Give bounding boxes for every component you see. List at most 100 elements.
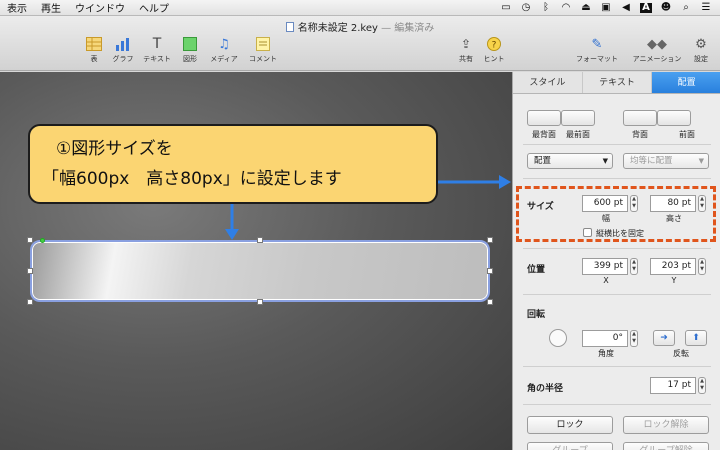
eject-icon[interactable]: ⏏ [580,2,592,13]
corner-radius-handle[interactable] [40,238,45,243]
slide-canvas[interactable]: ①図形サイズを 「幅600px 高さ80px」に設定します [0,72,512,450]
divider [523,248,711,249]
svg-text:?: ? [492,41,497,51]
position-x-field[interactable]: 399 pt [582,258,628,275]
chevron-down-icon: ▼ [602,157,608,165]
position-y-field[interactable]: 203 pt [650,258,696,275]
text-button[interactable]: T テキスト [140,36,174,64]
comment-icon [254,36,272,52]
bring-to-front-label: 最前面 [566,130,590,139]
tips-label: ヒント [483,55,505,63]
format-label: フォーマット [576,55,618,63]
settings-label: 設定 [694,55,708,63]
text-label: テキスト [143,55,171,63]
time-machine-icon[interactable]: ◷ [520,2,532,13]
angle-label: 角度 [598,349,614,358]
send-to-back-button[interactable] [527,110,561,126]
settings-button[interactable]: ⚙ 設定 [684,36,718,64]
divider [523,404,711,405]
bluetooth-icon[interactable]: ᛒ [540,2,552,13]
resize-handle-top[interactable] [257,237,263,243]
send-backward-button[interactable] [623,110,657,126]
resize-handle-top-right[interactable] [487,237,493,243]
tab-text[interactable]: テキスト [582,72,653,93]
flip-vertical-button[interactable]: ⬆ [685,330,707,346]
angle-field[interactable]: 0° [582,330,628,347]
position-y-label: Y [671,276,677,285]
input-source-icon[interactable]: A [640,2,652,13]
menu-view[interactable]: 表示 [0,0,34,15]
distribute-dropdown: 均等に配置 ▼ [623,153,709,169]
resize-handle-right[interactable] [487,268,493,274]
align-dropdown-value: 配置 [534,156,552,166]
position-section-label: 位置 [527,265,546,275]
shape-label: 図形 [183,55,197,63]
selected-rounded-rectangle[interactable] [30,240,490,302]
arrow-up-icon: ⬆ [692,333,700,343]
down-arrow-head [225,229,239,240]
divider [523,294,711,295]
media-button[interactable]: ♫ メディア [207,36,241,64]
format-button[interactable]: ✎ フォーマット [576,36,618,64]
display-icon[interactable]: ▣ [600,2,612,13]
lock-button[interactable]: ロック [527,416,613,434]
notification-list-icon[interactable]: ☰ [700,2,712,13]
menu-play[interactable]: 再生 [34,0,68,15]
resize-handle-bottom-left[interactable] [27,299,33,305]
divider [523,144,711,145]
chart-button[interactable]: グラフ [106,36,140,64]
size-highlight-box [516,186,716,242]
tips-icon: ? [485,36,503,52]
corner-radius-field[interactable]: 17 pt [650,377,696,394]
arrow-right-icon: ➜ [660,333,668,343]
angle-stepper[interactable]: ▲ ▼ [630,330,638,347]
comment-button[interactable]: コメント [246,36,280,64]
document-icon [285,22,294,32]
toolbar: 名称未設定 2.key — 編集済み 表 グラフ T テキスト 図形 ♫ メディ… [0,16,720,71]
animate-label: アニメーション [632,55,682,63]
position-x-label: X [603,276,609,285]
divider [523,178,711,179]
divider [523,366,711,367]
group-button: グループ [527,442,613,450]
position-y-stepper[interactable]: ▲ ▼ [698,258,706,275]
resize-handle-left[interactable] [27,268,33,274]
flip-label: 反転 [673,349,689,358]
ungroup-button: グループ解除 [623,442,709,450]
bring-to-front-button[interactable] [561,110,595,126]
align-dropdown[interactable]: 配置 ▼ [527,153,613,169]
shape-button[interactable]: 図形 [173,36,207,64]
tab-style[interactable]: スタイル [513,72,583,93]
right-arrow-head [499,175,511,189]
send-backward-label: 背面 [632,130,648,139]
tab-arrange[interactable]: 配置 [652,72,720,93]
shape-icon [181,36,199,52]
document-name: 名称未設定 2.key [297,23,378,34]
tips-button[interactable]: ? ヒント [477,36,511,64]
user-icon[interactable]: ☻ [660,2,672,13]
chart-icon [114,36,132,52]
inspector-tabs: スタイル テキスト 配置 [513,72,720,94]
position-x-stepper[interactable]: ▲ ▼ [630,258,638,275]
search-icon[interactable]: ⌕ [680,2,692,13]
menu-window[interactable]: ウインドウ [68,0,132,15]
rotate-knob[interactable] [549,329,567,347]
share-label: 共有 [459,55,473,63]
resize-handle-bottom-right[interactable] [487,299,493,305]
flip-horizontal-button[interactable]: ➜ [653,330,675,346]
animate-button[interactable]: ◆◆ アニメーション [633,36,682,64]
menu-help[interactable]: ヘルプ [132,0,176,15]
animate-icon: ◆◆ [647,36,667,52]
corner-radius-stepper[interactable]: ▲ ▼ [698,377,706,394]
distribute-dropdown-value: 均等に配置 [630,156,673,166]
rotate-section-label: 回転 [527,310,546,320]
airplay-icon[interactable]: ▭ [500,2,512,13]
table-label: 表 [90,55,98,63]
resize-handle-bottom[interactable] [257,299,263,305]
wifi-icon[interactable]: ◠ [560,2,572,13]
resize-handle-top-left[interactable] [27,237,33,243]
bring-forward-button[interactable] [657,110,691,126]
volume-icon[interactable]: ◀ [620,2,632,13]
paintbrush-icon: ✎ [591,36,603,52]
gear-icon: ⚙ [695,36,707,52]
